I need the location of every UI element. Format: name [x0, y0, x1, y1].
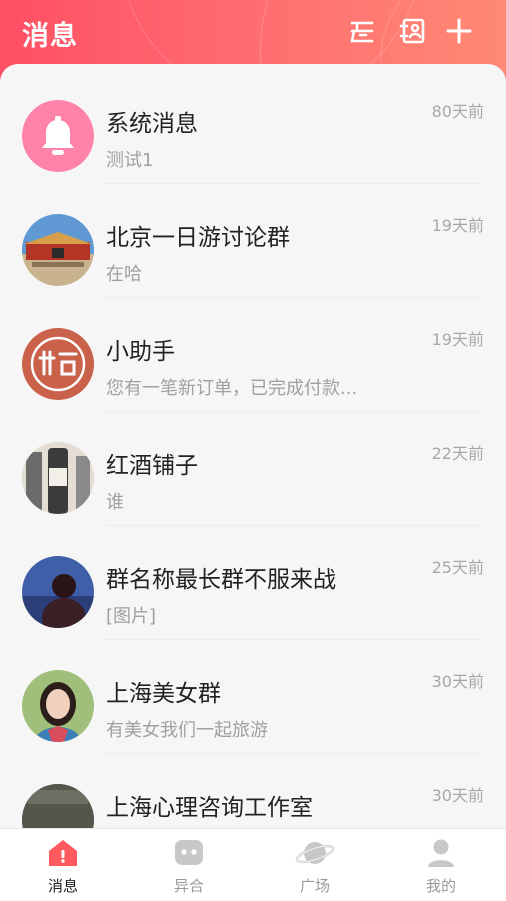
conversation-preview: 您有一笔新订单，已完成付款... [106, 378, 358, 399]
user-icon [425, 837, 457, 869]
group-avatar-image [22, 556, 94, 628]
conversation-name: 群名称最长群不服来战 [106, 567, 336, 593]
conversation-preview: 在哈 [106, 264, 142, 285]
conversation-row[interactable]: 红酒铺子 谁 22天前 [0, 406, 506, 526]
conversation-preview: 谁 [106, 492, 124, 513]
conversation-time: 25天前 [431, 558, 484, 577]
contacts-icon[interactable] [396, 14, 430, 48]
conversation-name: 红酒铺子 [106, 453, 198, 479]
planet-icon [295, 837, 335, 869]
conversation-row[interactable]: 上海美女群 有美女我们一起旅游 30天前 [0, 634, 506, 754]
conversation-time: 30天前 [431, 672, 484, 691]
tab-label: 我的 [425, 877, 456, 895]
group-avatar-image [22, 442, 94, 514]
tab-square[interactable]: 广场 [252, 829, 378, 901]
bottom-tab-bar: 消息 异合 广场 我的 [0, 828, 506, 901]
bell-icon [22, 100, 94, 172]
app-logo [22, 328, 94, 400]
conversation-time: 19天前 [431, 216, 484, 235]
conversation-list: 系统消息 测试1 80天前 北京一日游讨论群 在哈 19天前 小助手 您有一笔新… [0, 64, 506, 828]
group-avatar-image [22, 670, 94, 742]
group-avatar-image [22, 784, 94, 828]
tab-messages[interactable]: 消息 [0, 829, 126, 901]
conversation-name: 系统消息 [106, 111, 198, 137]
conversation-time: 19天前 [431, 330, 484, 349]
chat-icon [173, 837, 205, 869]
conversation-time: 30天前 [431, 786, 484, 805]
conversation-name: 上海美女群 [106, 681, 221, 707]
tab-label: 消息 [47, 877, 78, 895]
tab-yihe[interactable]: 异合 [126, 829, 252, 901]
conversation-time: 22天前 [431, 444, 484, 463]
conversation-row[interactable]: 小助手 您有一笔新订单，已完成付款... 19天前 [0, 292, 506, 412]
group-avatar-image [22, 214, 94, 286]
home-icon [47, 837, 79, 869]
conversation-name: 上海心理咨询工作室 [106, 795, 313, 821]
conversation-name: 小助手 [106, 339, 175, 365]
tab-label: 广场 [299, 877, 330, 895]
page-title: 消息 [22, 21, 78, 52]
tab-me[interactable]: 我的 [378, 829, 504, 901]
tab-label: 异合 [173, 877, 204, 895]
conversation-name: 北京一日游讨论群 [106, 225, 290, 251]
conversation-preview: 有美女我们一起旅游 [106, 720, 268, 741]
cloud-icon[interactable] [345, 14, 379, 48]
conversation-preview: 测试1 [106, 150, 154, 171]
conversation-row[interactable]: 上海心理咨询工作室 30天前 [0, 748, 506, 828]
conversation-time: 80天前 [431, 102, 484, 121]
conversation-row[interactable]: 北京一日游讨论群 在哈 19天前 [0, 178, 506, 298]
conversation-row[interactable]: 群名称最长群不服来战 [图片] 25天前 [0, 520, 506, 640]
add-icon[interactable] [442, 14, 476, 48]
conversation-preview: [图片] [106, 606, 157, 627]
conversation-row[interactable]: 系统消息 测试1 80天前 [0, 64, 506, 184]
